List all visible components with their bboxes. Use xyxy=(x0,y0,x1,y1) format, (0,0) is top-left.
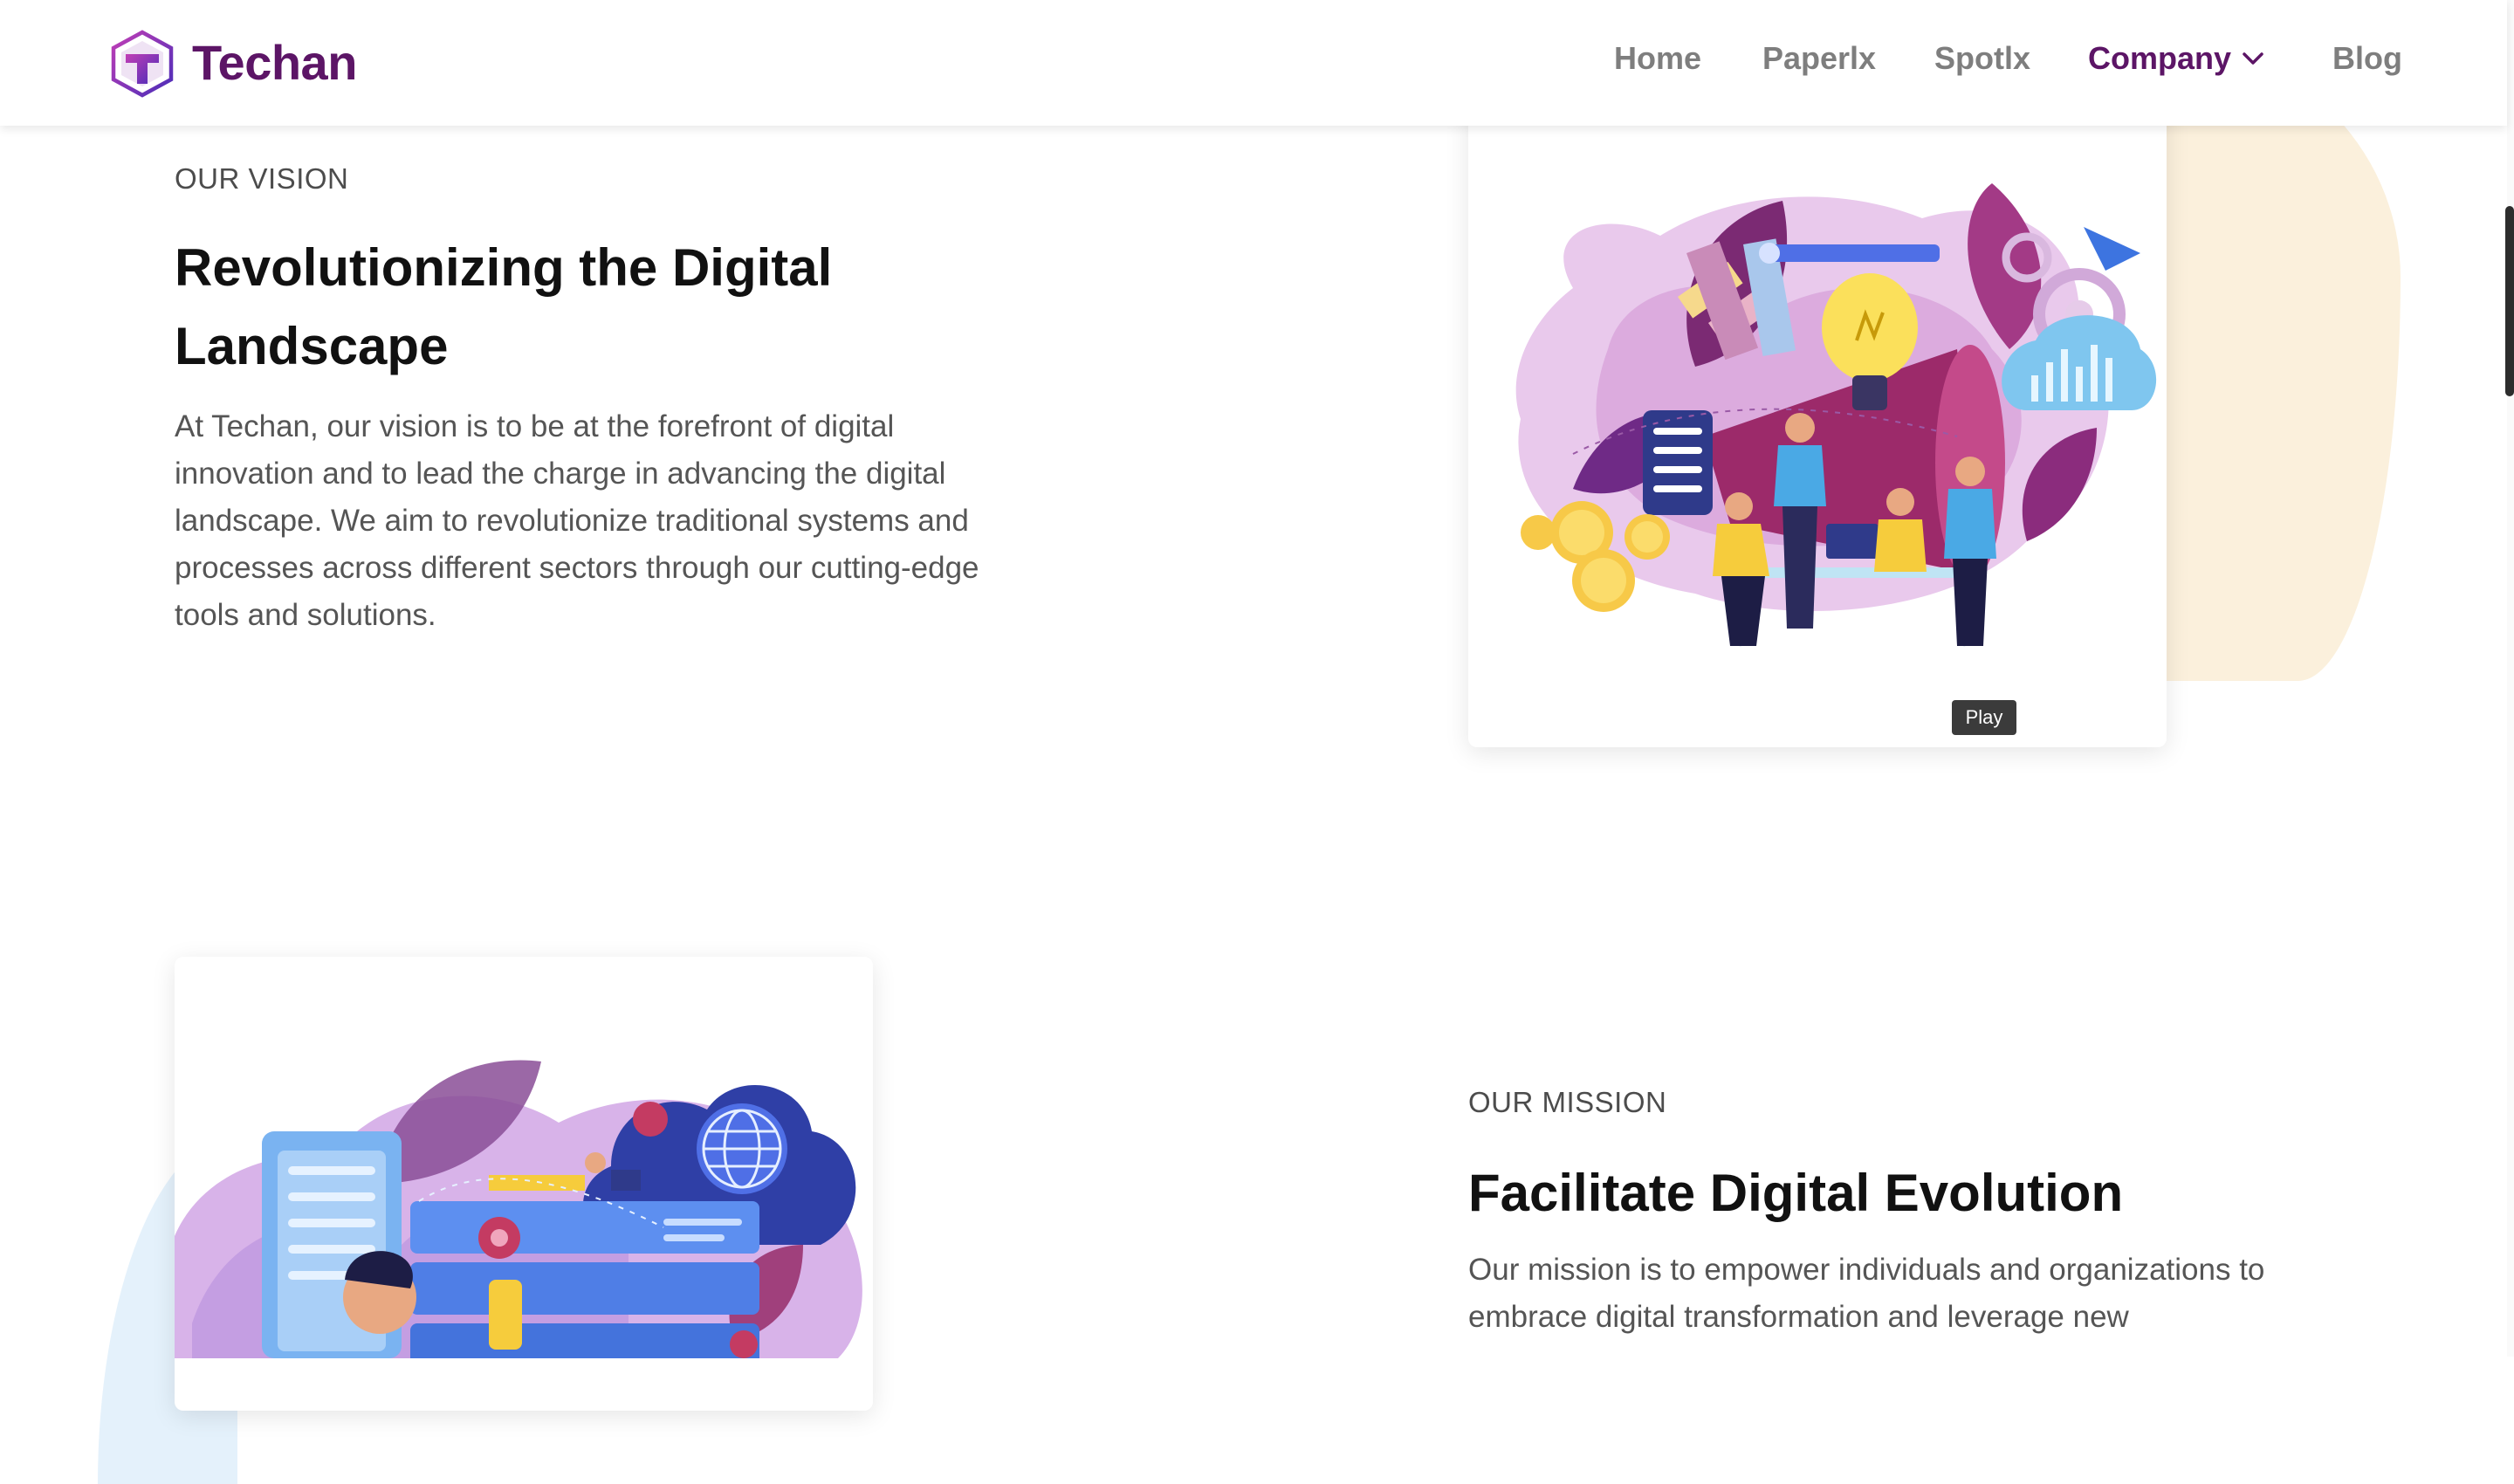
cloud-computing-illustration xyxy=(175,1060,862,1358)
nav-home[interactable]: Home xyxy=(1614,35,1701,82)
scrollbar-track[interactable] xyxy=(2507,0,2514,1357)
mission-heading: Facilitate Digital Evolution xyxy=(1468,1164,2124,1222)
vision-paragraph: At Techan, our vision is to be at the fo… xyxy=(175,409,979,632)
mission-eyebrow: OUR MISSION xyxy=(1468,1086,1667,1118)
mission-paragraph: Our mission is to empower individuals an… xyxy=(1468,1253,2265,1334)
vision-heading: Revolutionizing the Digital Landscape xyxy=(175,238,833,375)
nav-blog[interactable]: Blog xyxy=(2332,35,2402,82)
vision-illustration-card[interactable] xyxy=(1468,87,2167,747)
site-header: Techan Home Paperlx Spotlx Company Blog xyxy=(0,0,2507,126)
play-tooltip: Play xyxy=(1952,700,2016,735)
vision-eyebrow: OUR VISION xyxy=(175,162,349,195)
mission-illustration-card[interactable] xyxy=(175,957,873,1411)
nav-spotlx[interactable]: Spotlx xyxy=(1934,35,2030,82)
techan-logo-icon[interactable] xyxy=(108,30,176,98)
nav-paperlx[interactable]: Paperlx xyxy=(1762,35,1876,82)
chevron-down-icon[interactable] xyxy=(2240,45,2266,72)
brand-name[interactable]: Techan xyxy=(192,31,357,94)
team-collaboration-illustration xyxy=(1515,183,2157,647)
scrollbar-thumb[interactable] xyxy=(2505,206,2514,396)
nav-company[interactable]: Company xyxy=(2088,35,2231,82)
